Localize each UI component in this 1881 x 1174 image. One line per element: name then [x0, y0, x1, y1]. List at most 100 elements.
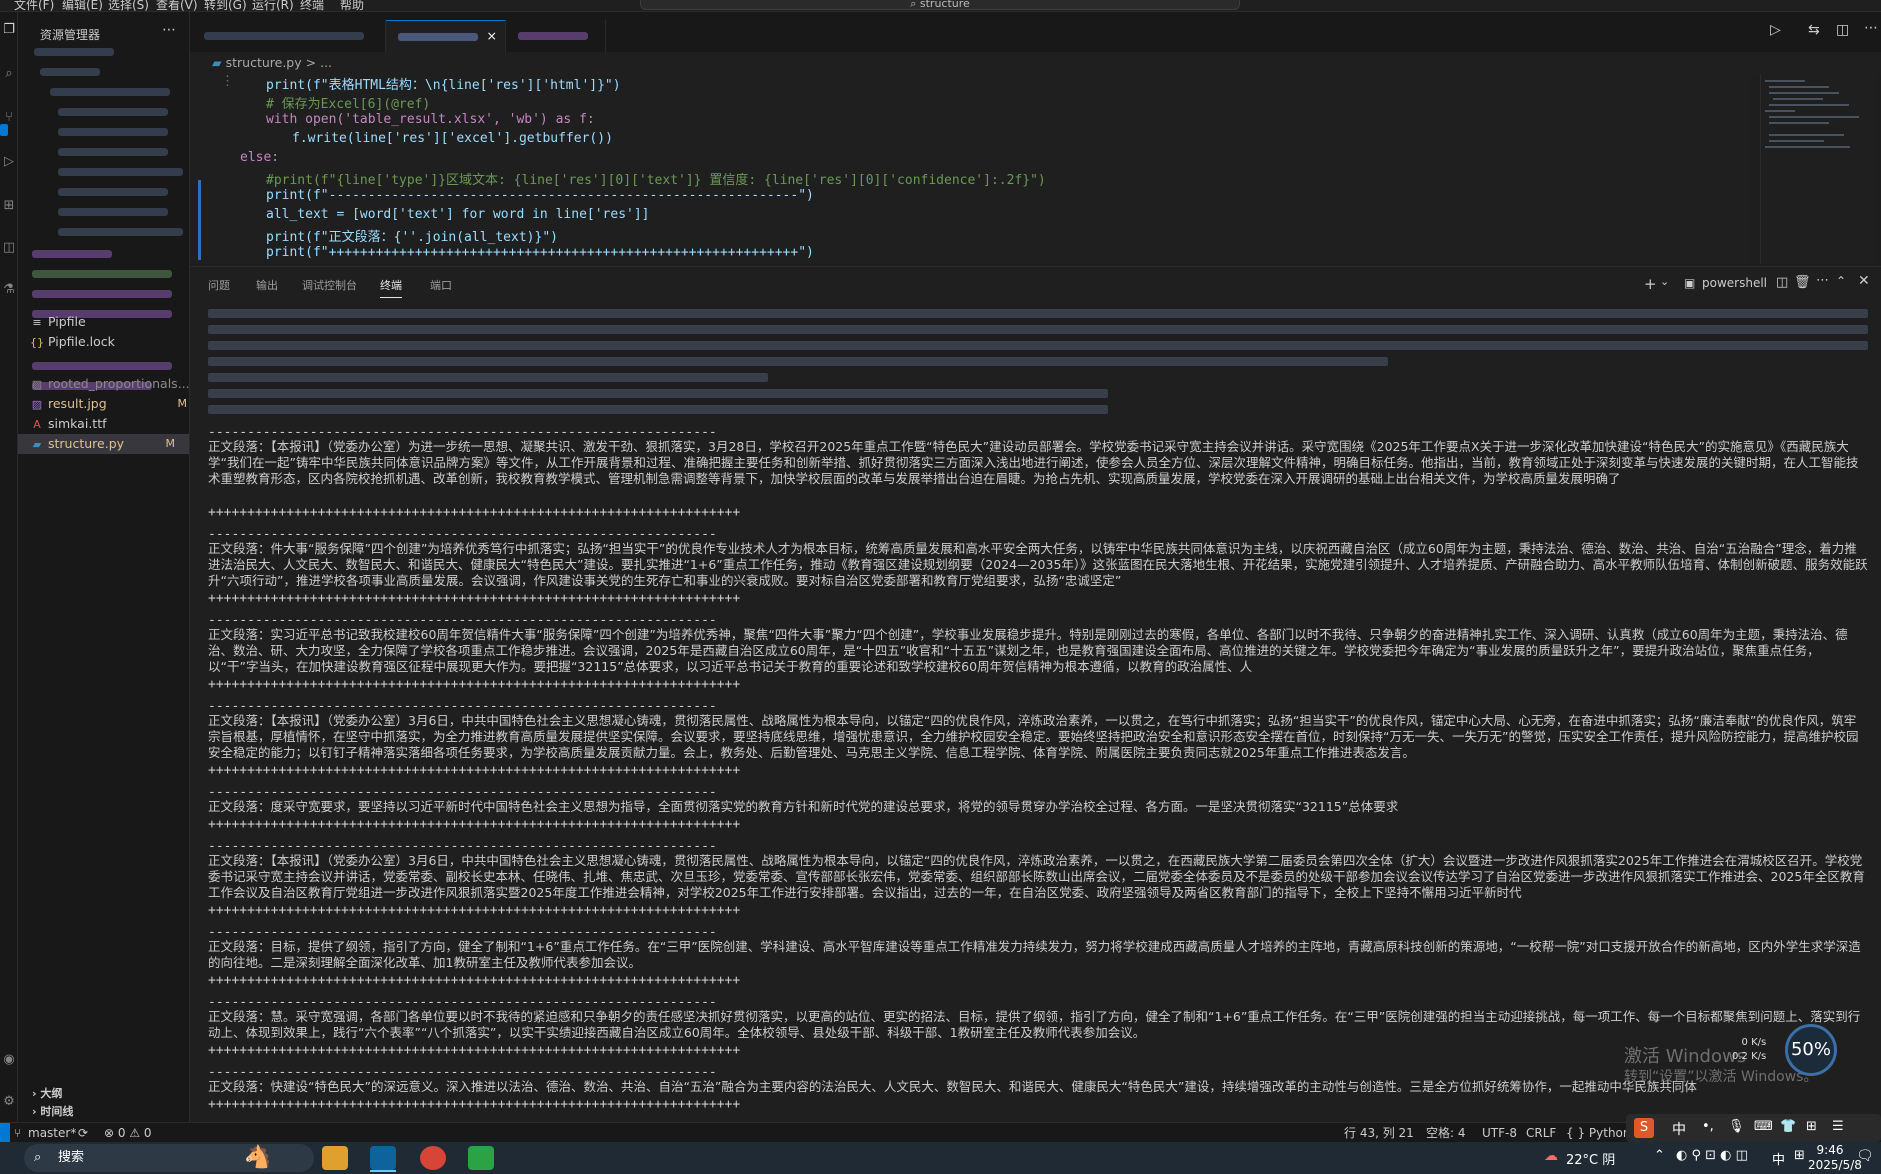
- file-pipfile-lock[interactable]: {} Pipfile.lock: [30, 332, 201, 352]
- more-actions-icon[interactable]: ⋯: [162, 22, 176, 38]
- separator-dash: ----------------------------------------…: [208, 425, 717, 440]
- blurred-tree-row[interactable]: [58, 188, 168, 196]
- file-structure-py[interactable]: ▰ structure.py M: [18, 434, 189, 454]
- blurred-tree-row[interactable]: [58, 148, 168, 156]
- blurred-tree-row[interactable]: [58, 108, 168, 116]
- ime-menu-icon[interactable]: ☰: [1832, 1119, 1844, 1134]
- blurred-tree-row[interactable]: [50, 88, 170, 96]
- split-editor-icon[interactable]: ◫: [1836, 22, 1849, 38]
- sync-icon[interactable]: ⟳: [78, 1123, 88, 1143]
- file-icon: ▨: [31, 378, 43, 391]
- line-ending[interactable]: CRLF: [1526, 1123, 1556, 1143]
- language-mode[interactable]: { } Python: [1566, 1123, 1631, 1143]
- extensions-icon[interactable]: ⊞: [1, 198, 17, 214]
- skin-icon[interactable]: 👕: [1780, 1119, 1796, 1134]
- encoding[interactable]: UTF-8: [1482, 1123, 1517, 1143]
- microphone-icon[interactable]: 🎙: [1728, 1119, 1745, 1134]
- clock-time: 9:46: [1816, 1143, 1844, 1157]
- blurred-tree-row[interactable]: [32, 250, 112, 258]
- tab-problems[interactable]: 问题: [208, 277, 230, 293]
- breadcrumb-file[interactable]: structure.py: [226, 55, 302, 70]
- keyboard-icon[interactable]: ⌨: [1754, 1119, 1773, 1134]
- account-icon[interactable]: ◉: [1, 1052, 17, 1068]
- more-actions-icon[interactable]: ⋯: [1864, 20, 1878, 36]
- blurred-terminal-line: [208, 373, 768, 382]
- taskbar-ime[interactable]: 中: [1772, 1149, 1785, 1168]
- more-actions-icon[interactable]: ⋯: [1816, 273, 1829, 288]
- image-icon: ▨: [31, 398, 43, 411]
- blurred-tab-label: [518, 32, 588, 40]
- notification-icon[interactable]: 🗨: [1856, 1148, 1874, 1164]
- command-center[interactable]: ⌕ structure: [640, 0, 1240, 10]
- chevron-up-icon[interactable]: ⌃: [1654, 1148, 1665, 1163]
- split-terminal-icon[interactable]: ◫: [1776, 275, 1788, 290]
- clock[interactable]: 9:46 2025/5/8: [1808, 1143, 1862, 1173]
- taskbar-search[interactable]: ⌕ 搜索 🐴: [24, 1144, 314, 1172]
- indentation[interactable]: 空格: 4: [1426, 1123, 1466, 1143]
- cursor-position[interactable]: 行 43, 列 21: [1344, 1123, 1414, 1143]
- breadcrumb-symbol[interactable]: ...: [320, 55, 332, 70]
- trash-icon[interactable]: 🗑: [1794, 275, 1811, 290]
- close-icon[interactable]: ×: [487, 21, 497, 51]
- file-pipfile[interactable]: ≡ Pipfile: [30, 312, 201, 332]
- blurred-tree-row[interactable]: [32, 362, 172, 370]
- explorer-icon[interactable]: ❐: [1, 22, 17, 38]
- run-debug-icon[interactable]: ▷: [1, 154, 17, 170]
- tray-icons[interactable]: ◐ ⚲ ⊡ ◐ ◫: [1676, 1148, 1748, 1163]
- maximize-panel-icon[interactable]: ⌃: [1836, 274, 1846, 288]
- problems-count[interactable]: ⊗ 0 ⚠ 0: [104, 1123, 152, 1143]
- gear-icon[interactable]: ⚙: [1, 1094, 17, 1110]
- terminal-output[interactable]: ----------------------------------------…: [208, 305, 1868, 1120]
- terminal-panel: 问题 输出 调试控制台 终端 端口 + ⌄ ▣ powershell ◫ 🗑 ⋯…: [190, 266, 1881, 1122]
- blurred-tree-row[interactable]: [58, 168, 183, 176]
- blurred-tree-row[interactable]: [58, 128, 168, 136]
- terminal-paragraph: 正文段落：实习近平总书记致我校建校60周年贺信精件大事“服务保障”四个创建”为培…: [208, 627, 1848, 674]
- chrome-icon[interactable]: [420, 1146, 446, 1170]
- tab-ports[interactable]: 端口: [430, 277, 452, 293]
- shell-name[interactable]: powershell: [1702, 276, 1767, 290]
- file-label: result.jpg: [48, 396, 107, 411]
- blurred-tree-row[interactable]: [32, 270, 172, 278]
- file-simkai-ttf[interactable]: Asimkai.ttf: [30, 414, 201, 434]
- blurred-tree-row[interactable]: [40, 68, 100, 76]
- new-terminal-plus-icon[interactable]: +: [1644, 275, 1657, 293]
- toolbox-icon[interactable]: ⊞: [1806, 1119, 1817, 1134]
- ime-mode[interactable]: 中: [1672, 1119, 1686, 1139]
- testing-icon[interactable]: ⚗: [1, 282, 17, 298]
- file-rooted-proportionals[interactable]: ▨ rooted_proportionals...: [30, 374, 201, 394]
- search-icon[interactable]: ⌕: [1, 66, 17, 82]
- blurred-tree-row[interactable]: [32, 290, 172, 298]
- tab-terminal[interactable]: 终端: [380, 277, 402, 298]
- git-branch[interactable]: master*: [28, 1123, 76, 1143]
- remote-indicator[interactable]: [0, 1123, 10, 1143]
- chevron-down-icon[interactable]: ⌄: [1660, 275, 1669, 288]
- tab-output[interactable]: 输出: [256, 277, 278, 293]
- terminal-icon: ▣: [1684, 276, 1696, 290]
- close-panel-icon[interactable]: ✕: [1858, 273, 1870, 289]
- blurred-tree-row[interactable]: [34, 48, 114, 56]
- punctuation-icon[interactable]: •,: [1702, 1119, 1714, 1134]
- blurred-tree-row[interactable]: [58, 228, 183, 236]
- run-icon[interactable]: ▷: [1770, 22, 1781, 38]
- memory-gauge[interactable]: 50%: [1785, 1024, 1837, 1076]
- code-line: # 保存为Excel[6](@ref): [266, 97, 431, 112]
- code-line: f.write(line['res']['excel'].getbuffer()…: [292, 131, 613, 146]
- file-explorer-icon[interactable]: [322, 1146, 348, 1170]
- tab-debug-console[interactable]: 调试控制台: [302, 277, 357, 293]
- file-result-jpg[interactable]: ▨ result.jpg M: [30, 394, 201, 414]
- wechat-icon[interactable]: [468, 1146, 494, 1170]
- remote-explorer-icon[interactable]: ◫: [1, 240, 17, 256]
- blurred-tree-row[interactable]: [58, 208, 168, 216]
- minimap[interactable]: [1760, 74, 1875, 264]
- outline-section[interactable]: › 大纲: [18, 1084, 189, 1104]
- code-editor[interactable]: ⋮ print(f"表格HTML结构：\n{line['res']['html'…: [190, 74, 1750, 264]
- breadcrumb-sep: >: [305, 55, 317, 70]
- activation-watermark: 激活 Windows: [1624, 1046, 1747, 1067]
- compare-icon[interactable]: ⇆: [1808, 22, 1820, 38]
- code-line: print(f"++++++++++++++++++++++++++++++++…: [266, 245, 814, 260]
- vscode-icon[interactable]: [370, 1146, 396, 1170]
- ime-mode-icon[interactable]: ⊞: [1794, 1148, 1805, 1163]
- weather-text[interactable]: 22°C 阴: [1566, 1149, 1615, 1168]
- timeline-section[interactable]: › 时间线: [18, 1102, 189, 1122]
- ime-toolbar[interactable]: S 中 •, 🎙 ⌨ 👕 ⊞ ☰: [1626, 1114, 1881, 1142]
